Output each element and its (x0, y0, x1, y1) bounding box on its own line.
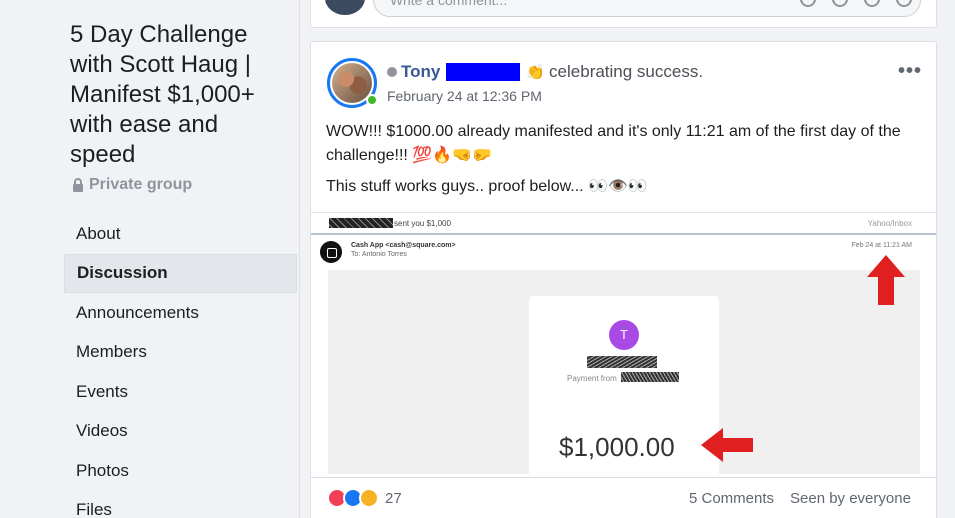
cash-app-logo-icon (320, 241, 342, 263)
post-footer: 27 5 Comments Seen by everyone (311, 477, 936, 517)
group-nav: About Discussion Announcements Members E… (64, 214, 297, 518)
avatar (325, 0, 365, 15)
nav-item-discussion[interactable]: Discussion (64, 253, 297, 293)
payment-from-label: Payment from (567, 374, 617, 383)
redaction-block (446, 63, 521, 81)
sticker-icon[interactable] (896, 0, 912, 7)
camera-icon[interactable] (832, 0, 848, 7)
group-privacy: Private group (72, 176, 192, 194)
email-header: Cash App <cash@square.com> To: Antonio T… (311, 237, 936, 269)
red-arrow-up-icon (867, 255, 905, 305)
online-status-icon (366, 94, 378, 106)
post-image[interactable]: sent you $1,000 Yahoo/Inbox Cash App <ca… (311, 212, 936, 474)
wow-reaction-icon (359, 488, 379, 508)
redaction-scribble (329, 218, 393, 228)
activity-label: celebrating success. (549, 62, 704, 81)
payment-amount: $1,000.00 (559, 432, 675, 462)
redaction-scribble (621, 372, 679, 382)
post-timestamp[interactable]: February 24 at 12:36 PM (387, 88, 542, 104)
gif-icon[interactable] (864, 0, 880, 7)
nav-item-files[interactable]: Files (64, 491, 297, 518)
more-options-icon[interactable]: ••• (898, 60, 922, 83)
email-subject: sent you $1,000 (394, 219, 451, 228)
red-arrow-left-icon (701, 428, 753, 462)
lock-icon (73, 177, 83, 192)
group-sidebar: 5 Day Challenge with Scott Haug | Manife… (0, 0, 300, 518)
redaction-scribble (587, 356, 657, 368)
author-name[interactable]: Tony (401, 62, 440, 82)
email-sender: Cash App <cash@square.com> (351, 242, 456, 249)
feed-post: Tony 👏 celebrating success. February 24 … (310, 41, 937, 518)
reaction-count: 27 (385, 489, 402, 507)
email-body: T Payment from $1,000.00 (328, 270, 920, 474)
nav-item-videos[interactable]: Videos (64, 412, 297, 452)
seen-by-label[interactable]: Seen by everyone (790, 490, 911, 507)
group-title[interactable]: 5 Day Challenge with Scott Haug | Manife… (70, 20, 285, 170)
clapping-hands-icon: 👏 (526, 64, 546, 81)
reaction-summary[interactable]: 27 (327, 488, 402, 508)
nav-item-about[interactable]: About (64, 214, 297, 254)
nav-item-events[interactable]: Events (64, 372, 297, 412)
nav-item-members[interactable]: Members (64, 333, 297, 373)
nav-item-photos[interactable]: Photos (64, 451, 297, 491)
email-folder: Yahoo/Inbox (867, 219, 912, 228)
nav-item-announcements[interactable]: Announcements (64, 293, 297, 333)
payer-avatar: T (609, 320, 639, 350)
emoji-icon[interactable] (800, 0, 816, 7)
comment-composer: Write a comment... (310, 0, 937, 28)
email-recipient: To: Antonio Torres (351, 251, 407, 258)
post-header: Tony 👏 celebrating success. (387, 62, 703, 82)
post-text-line: This stuff works guys.. proof below... 👀… (326, 178, 648, 195)
post-body: WOW!!! $1000.00 already manifested and i… (326, 120, 926, 206)
email-subject-bar: sent you $1,000 Yahoo/Inbox (311, 213, 936, 235)
email-date: Feb 24 at 11:21 AM (851, 242, 912, 249)
composer-tools (800, 0, 912, 7)
comments-count-link[interactable]: 5 Comments (689, 490, 774, 507)
member-badge-icon (387, 67, 397, 77)
payment-receipt: T Payment from $1,000.00 (529, 296, 719, 474)
privacy-label: Private group (89, 176, 193, 193)
post-text-line: WOW!!! $1000.00 already manifested and i… (326, 123, 901, 164)
